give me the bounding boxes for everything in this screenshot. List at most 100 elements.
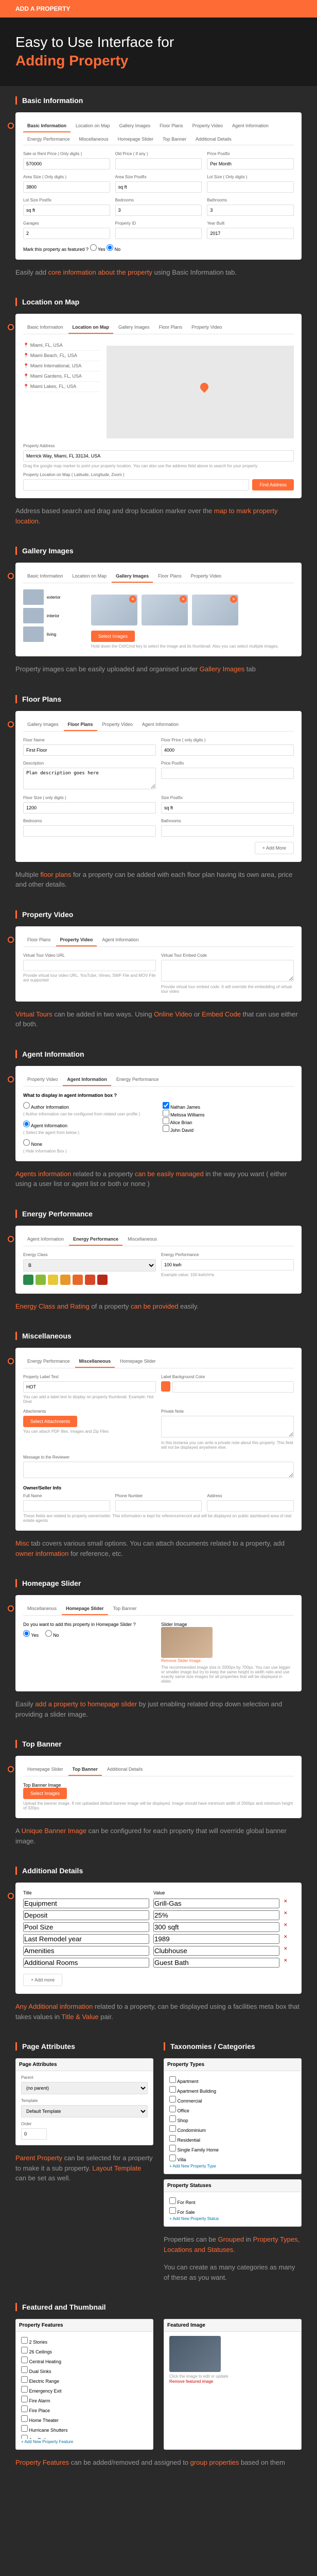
add-status[interactable]: + Add New Property Status: [169, 2216, 219, 2221]
color-swatch[interactable]: [161, 1381, 170, 1392]
oldprice-input[interactable]: [115, 158, 202, 170]
add-feature[interactable]: + Add New Property Feature: [21, 2439, 73, 2444]
add-floor-btn[interactable]: + Add More: [255, 842, 294, 854]
type-check[interactable]: Apartment Building: [169, 2085, 296, 2095]
energy-class[interactable]: B: [23, 1259, 156, 1272]
detail-value[interactable]: [153, 1922, 279, 1932]
feature-check[interactable]: 2 Stories: [21, 2336, 148, 2346]
feature-check[interactable]: Central Heating: [21, 2355, 148, 2365]
garages-input[interactable]: [23, 228, 110, 239]
tab-map[interactable]: Location on Map: [72, 120, 114, 132]
floor-sizepost[interactable]: [161, 802, 294, 814]
thumb-item[interactable]: living: [23, 626, 85, 642]
featured-image[interactable]: [169, 2336, 221, 2372]
type-check[interactable]: Residential: [169, 2134, 296, 2144]
feature-check[interactable]: Fire Place: [21, 2404, 148, 2414]
tab[interactable]: Floor Plans: [155, 321, 187, 334]
add-more-btn[interactable]: + Add more: [23, 1974, 62, 1986]
banner-select-btn[interactable]: Select Images: [23, 1788, 67, 1799]
tab-basic[interactable]: Basic Information: [23, 120, 71, 132]
add-type[interactable]: + Add New Property Type: [169, 2164, 216, 2168]
beds-input[interactable]: [115, 205, 202, 216]
type-check[interactable]: Shop: [169, 2114, 296, 2124]
remove-icon[interactable]: ✕: [284, 1958, 294, 1968]
tab-gallery[interactable]: Gallery Images: [115, 120, 155, 132]
detail-value[interactable]: [153, 1958, 279, 1968]
featured-no[interactable]: No: [107, 247, 120, 252]
status-check[interactable]: For Rent: [169, 2196, 296, 2206]
suggestion[interactable]: 📍 Miami Beach, FL, USA: [23, 351, 100, 361]
remove-slider[interactable]: Remove Slider Image: [161, 1658, 201, 1663]
coord-input[interactable]: [23, 479, 249, 490]
floor-desc[interactable]: Plan description goes here: [23, 768, 156, 789]
feature-check[interactable]: Home Theater: [21, 2414, 148, 2424]
thumb-item[interactable]: interior: [23, 608, 85, 623]
feature-check[interactable]: 26 Ceilings: [21, 2346, 148, 2355]
remove-featured[interactable]: Remove featured image: [169, 2379, 213, 2384]
gallery-image[interactable]: [142, 595, 188, 625]
tab-banner[interactable]: Top Banner: [158, 133, 190, 145]
type-check[interactable]: Single Family Home: [169, 2144, 296, 2154]
agent-check[interactable]: Alice Brian: [163, 1117, 294, 1125]
remove-icon[interactable]: ✕: [284, 1899, 294, 1908]
detail-value[interactable]: [153, 1946, 279, 1956]
feature-check[interactable]: Electric Range: [21, 2375, 148, 2385]
template-select[interactable]: Default Template: [21, 2105, 148, 2117]
select-images-btn[interactable]: Select Images: [91, 631, 135, 642]
baths-input[interactable]: [207, 205, 294, 216]
areapost-input[interactable]: [115, 181, 202, 193]
tab[interactable]: Property Video: [187, 321, 226, 334]
tab-energy[interactable]: Energy Performance: [23, 133, 74, 145]
tab[interactable]: Gallery Images: [114, 321, 154, 334]
detail-value[interactable]: [153, 1910, 279, 1920]
id-input[interactable]: [115, 228, 202, 239]
postfix-input[interactable]: [207, 158, 294, 170]
owner-addr[interactable]: [207, 1500, 294, 1512]
type-check[interactable]: Villa: [169, 2154, 296, 2163]
tab-floor[interactable]: Floor Plans: [155, 120, 187, 132]
agent-check[interactable]: Nathan James: [163, 1102, 294, 1110]
feature-check[interactable]: Dual Sinks: [21, 2365, 148, 2375]
detail-title[interactable]: [23, 1934, 149, 1944]
type-check[interactable]: Condominium: [169, 2124, 296, 2134]
tab-slider[interactable]: Homepage Slider: [114, 133, 158, 145]
agent-opt-none[interactable]: None: [23, 1139, 155, 1147]
remove-icon[interactable]: ✕: [284, 1934, 294, 1944]
feature-check[interactable]: Fire Alarm: [21, 2395, 148, 2404]
tab-additional[interactable]: Additional Details: [191, 133, 236, 145]
label-input[interactable]: [23, 1381, 156, 1393]
addr-input[interactable]: [23, 450, 294, 462]
remove-icon[interactable]: ✕: [284, 1922, 294, 1932]
feature-check[interactable]: Jog Path: [21, 2434, 148, 2439]
map-view[interactable]: [107, 346, 294, 438]
owner-phone[interactable]: [115, 1500, 202, 1512]
featured-yes[interactable]: Yes: [90, 247, 105, 252]
reviewer-msg[interactable]: [23, 1462, 294, 1478]
detail-value[interactable]: [153, 1899, 279, 1908]
status-check[interactable]: For Sale: [169, 2206, 296, 2216]
find-btn[interactable]: Find Address: [252, 479, 294, 490]
floor-baths[interactable]: [161, 825, 294, 837]
slider-yes[interactable]: Yes: [23, 1633, 39, 1638]
tab-agent[interactable]: Agent Information: [228, 120, 273, 132]
lotpost-input[interactable]: [23, 205, 110, 216]
owner-name[interactable]: [23, 1500, 110, 1512]
year-input[interactable]: [207, 228, 294, 239]
lot-input[interactable]: [207, 181, 294, 193]
detail-value[interactable]: [153, 1934, 279, 1944]
slider-no[interactable]: No: [45, 1633, 59, 1638]
agent-opt-agent[interactable]: Agent Information: [23, 1121, 155, 1128]
floor-beds[interactable]: [23, 825, 156, 837]
gallery-image[interactable]: [91, 595, 137, 625]
tab-video[interactable]: Property Video: [188, 120, 227, 132]
floor-name[interactable]: [23, 744, 156, 756]
floor-pricepost[interactable]: [161, 768, 294, 779]
energy-perf[interactable]: [161, 1259, 294, 1270]
detail-title[interactable]: [23, 1958, 149, 1968]
type-check[interactable]: Commercial: [169, 2095, 296, 2105]
type-check[interactable]: Office: [169, 2105, 296, 2114]
type-check[interactable]: Apartment: [169, 2075, 296, 2085]
video-embed[interactable]: [161, 960, 294, 981]
area-input[interactable]: [23, 181, 110, 193]
tab[interactable]: Basic Information: [23, 321, 67, 334]
